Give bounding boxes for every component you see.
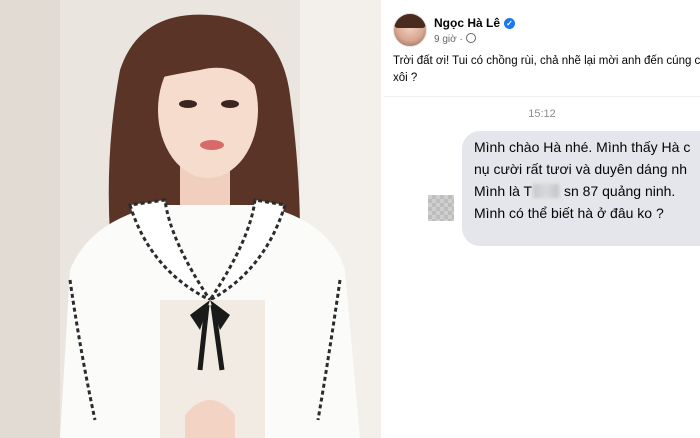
portrait-illustration: [0, 0, 381, 438]
message-line: nụ cười rất tươi và duyên dáng nh: [474, 161, 688, 177]
author-avatar[interactable]: [393, 13, 427, 47]
message-line-suffix: sn 87 quảng ninh.: [564, 183, 676, 199]
globe-icon: [465, 33, 476, 43]
post-meta: 9 giờ ·: [434, 33, 476, 45]
verified-badge-icon: ✓: [504, 18, 516, 29]
facebook-post-screenshot: Ngọc Hà Lê ✓ 9 giờ · Trời đất ơi! Tui có …: [384, 0, 700, 438]
author-name-text[interactable]: Ngọc Hà Lê: [434, 16, 500, 30]
message-line-prefix: Mình là T: [474, 183, 533, 199]
author-name[interactable]: Ngọc Hà Lê ✓: [434, 16, 516, 30]
message-line: Mình có thể biết hà ở đâu ko ?: [474, 205, 664, 221]
message-line: Mình là T sn 87 quảng ninh.: [474, 183, 675, 199]
sender-avatar-blurred: [428, 195, 454, 221]
post-time[interactable]: 9 giờ ·: [434, 34, 463, 45]
chat-timestamp: 15:12: [528, 108, 556, 120]
post-caption: Trời đất ơi! Tui có chồng rùi, chả nhẽ l…: [393, 55, 700, 84]
redacted-name: [533, 184, 560, 198]
chat-screenshot: 15:12 Mình chào Hà nhé. Mình thấy Hà c n…: [384, 96, 700, 438]
message-line: Mình chào Hà nhé. Mình thấy Hà c: [474, 139, 691, 155]
portrait-photo: [0, 0, 381, 438]
